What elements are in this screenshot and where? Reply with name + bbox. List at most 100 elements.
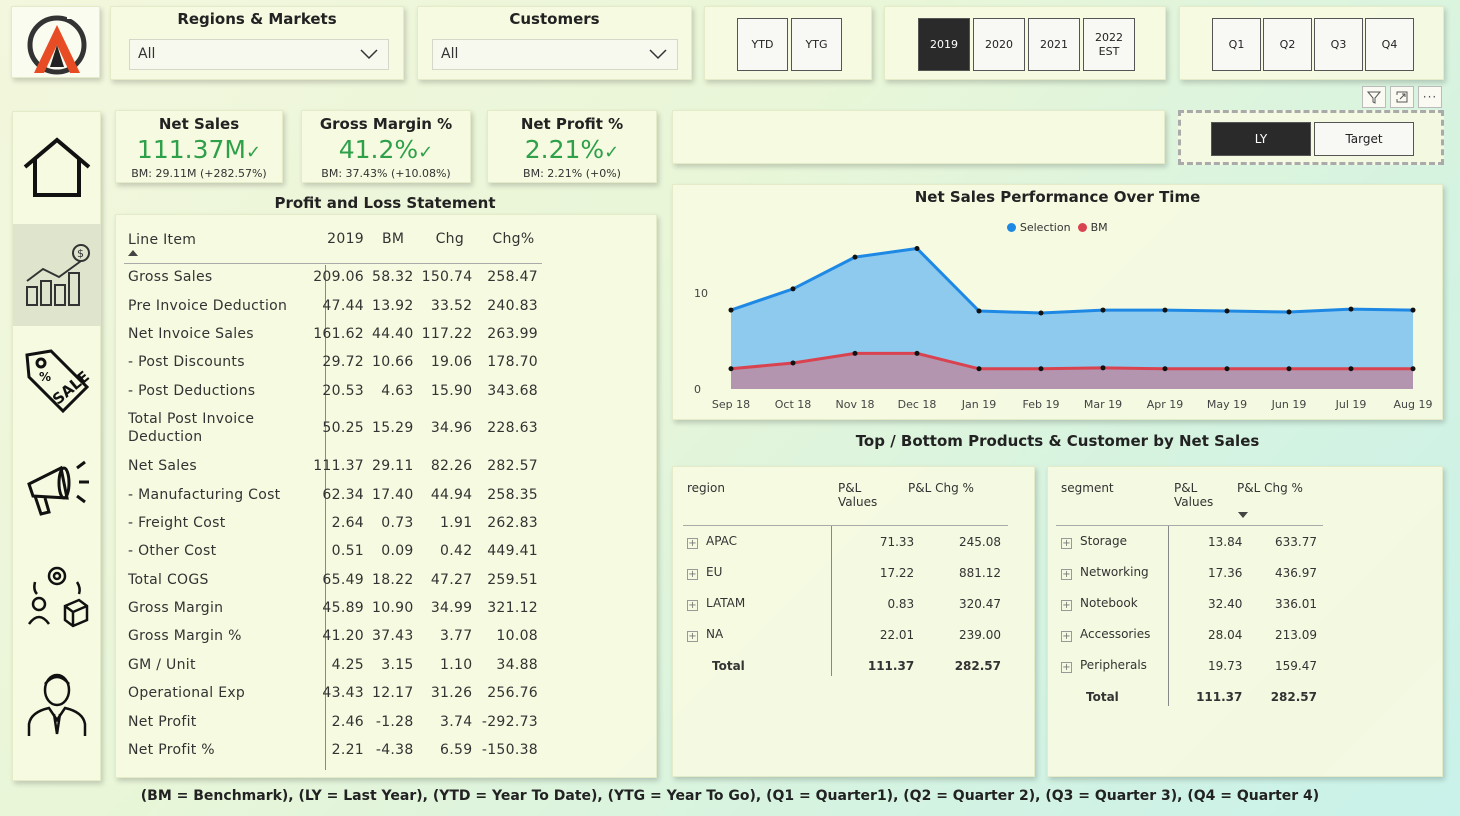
pl-value: 17.40 — [372, 486, 414, 503]
expand-icon[interactable]: + — [687, 631, 698, 642]
pl-value: 4.25 — [331, 656, 365, 673]
table-row[interactable]: + APAC 71.33 245.08 — [687, 526, 1007, 557]
pl-row: - Post Discounts 29.72 10.66 19.06 178.70 — [118, 348, 546, 376]
data-point — [976, 366, 982, 372]
year-2021-button[interactable]: 2021 — [1028, 18, 1080, 71]
nav-finance[interactable]: $ — [13, 224, 101, 326]
expand-icon[interactable]: + — [687, 569, 698, 580]
expand-icon[interactable]: + — [1061, 662, 1072, 673]
pl-row: Net Invoice Sales 161.62 44.40 117.22 263.99 — [118, 320, 546, 348]
row-label-text: Networking — [1080, 565, 1149, 579]
company-logo-icon — [27, 11, 87, 75]
table-row[interactable]: + Peripherals 19.73 159.47 — [1061, 650, 1323, 681]
nav-sales[interactable]: SALE% — [13, 331, 101, 433]
filter-icon[interactable] — [1362, 86, 1386, 108]
pl-value: 150.74 — [421, 269, 473, 286]
focus-mode-icon[interactable] — [1390, 86, 1414, 108]
pl-value: 15.90 — [430, 382, 473, 399]
year-slicer: 2019 2020 2021 2022 EST — [884, 6, 1166, 80]
kpi-value: 2.21%✓ — [524, 135, 620, 164]
expand-icon[interactable]: + — [687, 600, 698, 611]
pl-value: 44.94 — [430, 486, 473, 503]
row-label[interactable]: + NA — [687, 619, 832, 650]
row-label[interactable]: + Accessories — [1061, 619, 1171, 650]
segment-table: + Storage 13.84 633.77 + Networking 17.36 436.9… — [1061, 526, 1323, 712]
q3-button[interactable]: Q3 — [1314, 18, 1363, 71]
q4-button[interactable]: Q4 — [1365, 18, 1414, 71]
table-row[interactable]: + Notebook 32.40 336.01 — [1061, 588, 1323, 619]
data-point — [914, 245, 920, 251]
expand-icon[interactable]: + — [1061, 600, 1072, 611]
row-label[interactable]: + Notebook — [1061, 588, 1171, 619]
cell-value: 436.97 — [1275, 565, 1317, 580]
pl-value: 50.25 — [322, 420, 365, 437]
pl-value: 18.22 — [372, 571, 414, 588]
expand-icon[interactable]: + — [687, 538, 698, 549]
nav-executive[interactable] — [13, 652, 101, 754]
col-header-bm[interactable]: BM — [372, 225, 422, 263]
expand-icon[interactable]: + — [1061, 569, 1072, 580]
row-label[interactable]: + Peripherals — [1061, 650, 1171, 681]
table-row[interactable]: + Storage 13.84 633.77 — [1061, 526, 1323, 557]
table-row[interactable]: + NA 22.01 239.00 — [687, 619, 1007, 650]
row-label[interactable]: + LATAM — [687, 588, 832, 619]
table-row[interactable]: + Accessories 28.04 213.09 — [1061, 619, 1323, 650]
svg-text:%: % — [39, 370, 51, 384]
pl-header-underline — [124, 263, 542, 264]
total-value: 111.37 — [867, 658, 915, 673]
pl-row: - Freight Cost 2.64 0.73 1.91 262.83 — [118, 509, 546, 537]
region-header-values: P&L Values — [838, 481, 878, 509]
year-2019-button[interactable]: 2019 — [918, 18, 970, 71]
pl-value: 19.06 — [430, 354, 473, 371]
table-row[interactable]: + LATAM 0.83 320.47 — [687, 588, 1007, 619]
ytd-button[interactable]: YTD — [737, 18, 788, 71]
pl-line-item: Gross Sales — [128, 269, 213, 286]
col-header-chg[interactable]: Chg — [422, 225, 481, 263]
pl-value: 343.68 — [487, 382, 538, 399]
footer-legend: (BM = Benchmark), (LY = Last Year), (YTD… — [140, 788, 1320, 804]
pl-line-item: Net Profit — [128, 713, 197, 730]
col-header-chg-pct[interactable]: Chg% — [480, 225, 546, 263]
pl-value: 62.34 — [322, 486, 365, 503]
table-row[interactable]: + Networking 17.36 436.97 — [1061, 557, 1323, 588]
col-header-line-item[interactable]: Line Item — [118, 225, 312, 263]
pl-value: 41.20 — [322, 628, 365, 645]
q1-button[interactable]: Q1 — [1212, 18, 1261, 71]
expand-icon[interactable]: + — [1061, 538, 1072, 549]
data-point — [1286, 309, 1292, 315]
year-2022-est-button[interactable]: 2022 EST — [1083, 18, 1135, 71]
pl-line-item: Gross Margin — [128, 600, 224, 617]
more-options-icon[interactable]: ··· — [1418, 86, 1442, 108]
customers-dropdown[interactable]: All — [432, 39, 678, 70]
pl-value: 321.12 — [487, 600, 538, 617]
x-tick-label: Jul 19 — [1335, 398, 1367, 411]
row-label[interactable]: + APAC — [687, 526, 832, 557]
pl-value: 10.66 — [372, 354, 414, 371]
pl-row: Gross Margin % 41.20 37.43 3.77 10.08 — [118, 622, 546, 650]
col-header-2019[interactable]: 2019 — [312, 225, 372, 263]
nav-home[interactable] — [13, 117, 101, 219]
pl-value: 209.06 — [313, 269, 365, 286]
ly-button[interactable]: LY — [1211, 122, 1311, 156]
data-point — [790, 360, 796, 366]
ytg-button[interactable]: YTG — [791, 18, 842, 71]
net-sales-area-chart[interactable]: 0 10 Sep 18 Oct 18 Nov 18 Dec 18 Jan 19 Feb 19 M… — [673, 185, 1444, 421]
year-2020-button[interactable]: 2020 — [973, 18, 1025, 71]
x-tick-label: Nov 18 — [836, 398, 875, 411]
nav-marketing[interactable] — [13, 438, 101, 540]
expand-icon[interactable]: + — [1061, 631, 1072, 642]
kpi-value: 41.2%✓ — [338, 135, 434, 164]
pl-row: Operational Exp 43.43 12.17 31.26 256.76 — [118, 679, 546, 707]
pl-value: 34.99 — [430, 600, 473, 617]
row-label[interactable]: + EU — [687, 557, 832, 588]
nav-supply-chain[interactable] — [13, 545, 101, 647]
target-button[interactable]: Target — [1314, 122, 1414, 156]
table-row[interactable]: + EU 17.22 881.12 — [687, 557, 1007, 588]
pl-title: Profit and Loss Statement — [274, 194, 496, 212]
q2-button[interactable]: Q2 — [1263, 18, 1312, 71]
pl-value: -1.28 — [375, 713, 414, 730]
compare-toggle: LY Target — [1178, 110, 1444, 165]
row-label[interactable]: + Networking — [1061, 557, 1171, 588]
regions-dropdown[interactable]: All — [129, 39, 389, 70]
row-label[interactable]: + Storage — [1061, 526, 1171, 557]
